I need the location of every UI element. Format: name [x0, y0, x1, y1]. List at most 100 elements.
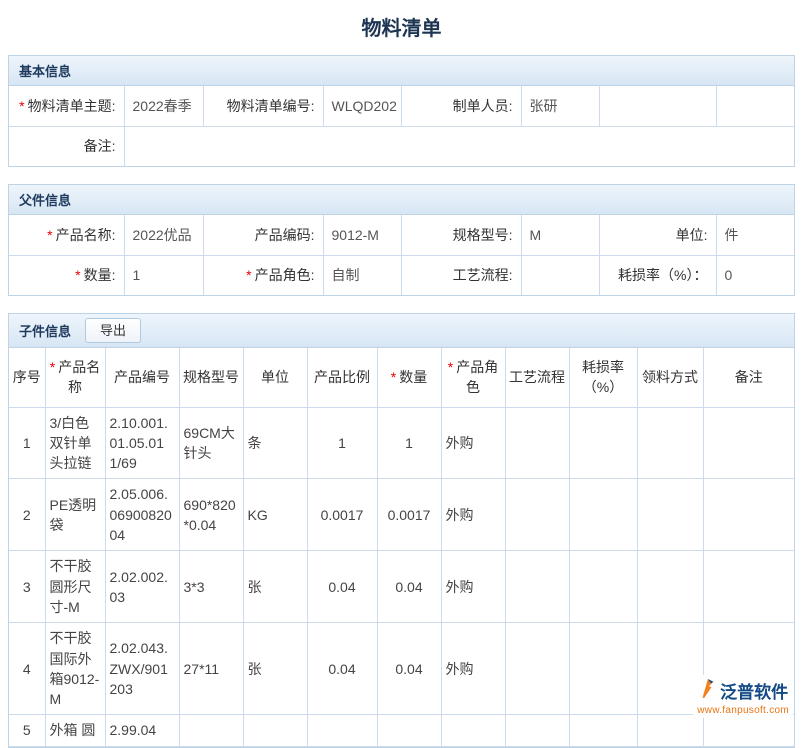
- loss-rate-label: 耗损率（%）：: [599, 255, 716, 295]
- required-marker: *: [19, 98, 24, 114]
- brand-name: 泛普软件: [720, 678, 788, 703]
- table-cell: 外箱 圆: [45, 715, 105, 746]
- table-header-row: 序号*产品名称产品编号规格型号单位产品比例*数量*产品角色工艺流程耗损率（%）领…: [9, 348, 794, 407]
- parent-info-row-1: *产品名称: 2022优品 产品编码: 9012-M 规格型号: M 单位: 件: [9, 215, 794, 255]
- child-info-header: 子件信息 导出: [9, 314, 794, 348]
- basic-info-form: *物料清单主题: 2022春季 物料清单编号: WLQD202 制单人员: 张研…: [9, 86, 794, 166]
- required-marker: *: [47, 227, 52, 243]
- table-row: 4不干胶国际外箱9012-M2.02.043.ZWX/90120327*11张0…: [9, 623, 794, 715]
- column-header: 工艺流程: [505, 348, 569, 407]
- table-cell: 690*820*0.04: [179, 479, 243, 551]
- table-cell: [505, 623, 569, 715]
- product-code-value: 9012-M: [323, 215, 401, 255]
- column-header: *产品角色: [441, 348, 505, 407]
- table-cell: 0.0017: [377, 479, 441, 551]
- required-marker: *: [50, 359, 55, 375]
- table-cell: [569, 407, 637, 479]
- required-marker: *: [75, 267, 80, 283]
- subject-value: 2022春季: [124, 86, 203, 126]
- table-cell: 不干胶国际外箱9012-M: [45, 623, 105, 715]
- table-cell: [377, 715, 441, 746]
- table-cell: [703, 715, 794, 746]
- export-button[interactable]: 导出: [85, 318, 141, 344]
- page-title: 物料清单: [0, 0, 803, 55]
- table-cell: 2: [9, 479, 45, 551]
- creator-value: 张研: [521, 86, 599, 126]
- table-cell: 0.04: [377, 623, 441, 715]
- table-cell: 0.04: [307, 623, 377, 715]
- column-header: 备注: [703, 348, 794, 407]
- list-code-label: 物料清单编号:: [203, 86, 323, 126]
- table-cell: 条: [243, 407, 307, 479]
- spec-label: 规格型号:: [401, 215, 521, 255]
- fanpu-logo-icon: [698, 677, 716, 704]
- child-info-title: 子件信息: [19, 321, 71, 340]
- brand-url: www.fanpusoft.com: [697, 705, 789, 716]
- table-cell: 3*3: [179, 551, 243, 623]
- required-marker: *: [448, 359, 453, 375]
- required-marker: *: [391, 369, 396, 385]
- table-cell: 5: [9, 715, 45, 746]
- table-row: 5外箱 圆2.99.04: [9, 715, 794, 746]
- product-name-label-text: 产品名称:: [56, 227, 116, 243]
- table-cell: [307, 715, 377, 746]
- table-cell: 1: [307, 407, 377, 479]
- remark-label: 备注:: [9, 126, 124, 166]
- quantity-label-text: 数量:: [84, 267, 116, 283]
- unit-label: 单位:: [599, 215, 716, 255]
- table-cell: [505, 551, 569, 623]
- table-cell: [569, 623, 637, 715]
- table-row: 3不干胶圆形尺寸-M2.02.002.033*3张0.040.04外购: [9, 551, 794, 623]
- parent-info-row-2: *数量: 1 *产品角色: 自制 工艺流程: 耗损率（%）： 0: [9, 255, 794, 295]
- table-row: 13/白色双针单头拉链2.10.001.01.05.011/6969CM大针头条…: [9, 407, 794, 479]
- parent-info-form: *产品名称: 2022优品 产品编码: 9012-M 规格型号: M 单位: 件…: [9, 215, 794, 295]
- table-cell: 2.02.002.03: [105, 551, 179, 623]
- column-header: *数量: [377, 348, 441, 407]
- table-cell: 2.02.043.ZWX/901203: [105, 623, 179, 715]
- table-cell: [703, 407, 794, 479]
- table-cell: 1: [377, 407, 441, 479]
- child-items-table: 序号*产品名称产品编号规格型号单位产品比例*数量*产品角色工艺流程耗损率（%）领…: [9, 348, 794, 747]
- parent-info-header: 父件信息: [9, 185, 794, 215]
- table-cell: [569, 551, 637, 623]
- table-cell: 0.04: [307, 551, 377, 623]
- basic-info-row-1: *物料清单主题: 2022春季 物料清单编号: WLQD202 制单人员: 张研: [9, 86, 794, 126]
- table-cell: [637, 715, 703, 746]
- spec-value: M: [521, 215, 599, 255]
- parent-info-section: 父件信息 *产品名称: 2022优品 产品编码: 9012-M 规格型号: M …: [8, 184, 795, 296]
- table-cell: 2.99.04: [105, 715, 179, 746]
- quantity-label: *数量:: [9, 255, 124, 295]
- table-cell: 外购: [441, 551, 505, 623]
- table-cell: 0.04: [377, 551, 441, 623]
- table-cell: 张: [243, 623, 307, 715]
- empty-value: [716, 86, 794, 126]
- table-cell: 3: [9, 551, 45, 623]
- empty-label: [599, 86, 716, 126]
- column-header: 领料方式: [637, 348, 703, 407]
- column-header: 产品比例: [307, 348, 377, 407]
- table-cell: [703, 479, 794, 551]
- table-cell: 外购: [441, 407, 505, 479]
- table-cell: 2.10.001.01.05.011/69: [105, 407, 179, 479]
- table-cell: 张: [243, 551, 307, 623]
- column-header: 规格型号: [179, 348, 243, 407]
- table-cell: 4: [9, 623, 45, 715]
- process-flow-label: 工艺流程:: [401, 255, 521, 295]
- table-cell: PE透明袋: [45, 479, 105, 551]
- table-cell: 0.0017: [307, 479, 377, 551]
- table-cell: 不干胶圆形尺寸-M: [45, 551, 105, 623]
- subject-label: *物料清单主题:: [9, 86, 124, 126]
- remark-value: [124, 126, 794, 166]
- table-cell: [569, 715, 637, 746]
- product-role-label: *产品角色:: [203, 255, 323, 295]
- required-marker: *: [246, 267, 251, 283]
- product-name-value: 2022优品: [124, 215, 203, 255]
- table-cell: [569, 479, 637, 551]
- process-flow-value: [521, 255, 599, 295]
- table-cell: 1: [9, 407, 45, 479]
- column-header: 产品编号: [105, 348, 179, 407]
- table-cell: [243, 715, 307, 746]
- table-cell: [505, 715, 569, 746]
- subject-label-text: 物料清单主题:: [28, 98, 116, 114]
- table-cell: 外购: [441, 623, 505, 715]
